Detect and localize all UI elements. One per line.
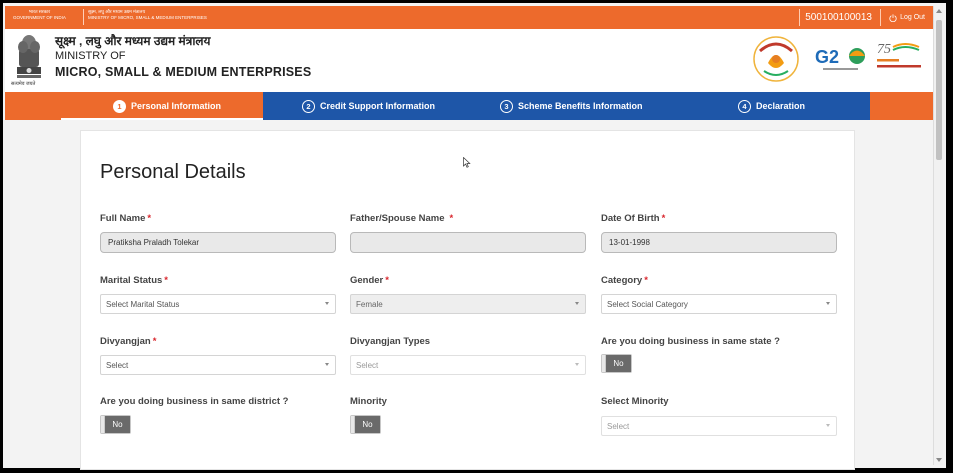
ministry-name: MICRO, SMALL & MEDIUM ENTERPRISES (55, 65, 312, 79)
ministry-of-label: MINISTRY OF (55, 50, 126, 62)
campaign-logo-icon (753, 36, 799, 82)
full-name-label: Full Name * (100, 213, 151, 224)
father-spouse-name-label-text: Father/Spouse Name (350, 213, 445, 224)
required-marker: * (147, 213, 152, 224)
divyangjan-label: Divyangjan * (100, 336, 156, 347)
scroll-thumb[interactable] (936, 20, 942, 160)
top-bar: भारत सरकार GOVERNMENT OF INDIA सूक्ष्म, … (5, 6, 933, 29)
select-minority-value: Select (607, 421, 630, 431)
power-icon (889, 13, 897, 22)
marital-status-value: Select Marital Status (106, 299, 180, 309)
father-spouse-name-field[interactable] (350, 232, 586, 253)
date-of-birth-field[interactable]: 13-01-1998 (601, 232, 837, 253)
toggle-label: No (105, 416, 130, 433)
step-number: 3 (500, 99, 513, 113)
scroll-up-icon[interactable] (936, 9, 942, 13)
svg-text:G2: G2 (815, 47, 839, 67)
divyangjan-select[interactable]: Select (100, 355, 336, 375)
full-name-label-text: Full Name (100, 213, 146, 224)
step-number: 2 (302, 99, 315, 113)
ministry-hindi-title: सूक्ष्म , लघु और मध्यम उद्यम मंत्रालय (55, 34, 211, 48)
gender-label: Gender * (350, 275, 389, 286)
svg-text:75: 75 (877, 42, 891, 57)
full-name-field[interactable]: Pratiksha Praladh Tolekar (100, 232, 336, 253)
same-state-toggle[interactable]: No (601, 354, 632, 373)
ministry-small-label: सूक्ष्म, लघु और मध्यम उद्यम मंत्रालय MIN… (88, 9, 207, 21)
divyangjan-label-text: Divyangjan (100, 336, 151, 347)
page-title: Personal Details (100, 161, 246, 183)
marital-status-label-text: Marital Status (100, 275, 163, 286)
marital-status-label: Marital Status * (100, 275, 168, 286)
category-label-text: Category (601, 275, 643, 286)
tab-declaration[interactable]: 4 Declaration (738, 92, 805, 120)
tab-credit-support-information[interactable]: 2 Credit Support Information (302, 92, 435, 120)
same-district-toggle[interactable]: No (100, 415, 131, 434)
divyangjan-value: Select (106, 360, 129, 370)
step-number: 4 (738, 99, 751, 113)
divider (83, 9, 84, 25)
category-select[interactable]: Select Social Category (601, 294, 837, 314)
chevron-down-icon (826, 424, 830, 427)
required-marker: * (152, 336, 157, 347)
govt-en: GOVERNMENT OF INDIA (13, 15, 66, 20)
tab-personal-information[interactable]: 1 Personal Information (113, 92, 221, 120)
toggle-label: No (355, 416, 380, 433)
select-minority-label: Select Minority (601, 396, 669, 407)
divyangjan-types-select[interactable]: Select (350, 355, 586, 375)
udyam-number: 500100100013 (799, 9, 877, 26)
national-emblem-icon (17, 35, 41, 78)
tab-scheme-benefits-information[interactable]: 3 Scheme Benefits Information (500, 92, 643, 120)
site-header: सत्यमेव जयते सूक्ष्म , लघु और मध्यम उद्य… (5, 29, 933, 92)
page-scrollbar[interactable] (933, 6, 943, 465)
required-marker: * (449, 213, 454, 224)
gender-value: Female (356, 299, 383, 309)
required-marker: * (164, 275, 168, 286)
required-marker: * (661, 213, 666, 224)
same-state-label: Are you doing business in same state ? (601, 336, 780, 347)
chevron-down-icon (575, 302, 579, 305)
step-navigation: 1 Personal Information 2 Credit Support … (5, 92, 933, 120)
divyangjan-types-value: Select (356, 360, 379, 370)
required-marker: * (385, 275, 389, 286)
emblem-caption: सत्यमेव जयते (11, 81, 36, 87)
mouse-cursor-icon (463, 157, 471, 168)
marital-status-select[interactable]: Select Marital Status (100, 294, 336, 314)
toggle-label: No (606, 355, 631, 372)
chevron-down-icon (826, 302, 830, 305)
scroll-down-icon[interactable] (936, 458, 942, 462)
step-label: Credit Support Information (320, 101, 435, 111)
personal-details-card: Personal Details Full Name * Pratiksha Pr… (80, 130, 855, 470)
g20-logo-icon: G2 (815, 47, 865, 70)
select-minority-select[interactable]: Select (601, 416, 837, 436)
step-label: Scheme Benefits Information (518, 101, 643, 111)
minority-label: Minority (350, 396, 387, 407)
divyangjan-types-label: Divyangjan Types (350, 336, 431, 347)
date-of-birth-label: Date Of Birth * (601, 213, 665, 224)
logout-label: Log Out (900, 14, 925, 21)
category-value: Select Social Category (607, 299, 688, 309)
date-of-birth-label-text: Date Of Birth (601, 213, 660, 224)
father-spouse-name-label: Father/Spouse Name * (350, 213, 453, 224)
same-district-label: Are you doing business in same district … (100, 396, 289, 407)
logout-button[interactable]: Log Out (880, 9, 925, 26)
step-label: Declaration (756, 101, 806, 111)
azadi-ka-amrit-mahotsav-logo-icon: 75 (877, 42, 921, 68)
category-label: Category * (601, 275, 648, 286)
chevron-down-icon (575, 363, 579, 366)
ministry-en-small: MINISTRY OF MICRO, SMALL & MEDIUM ENTERP… (88, 15, 207, 20)
required-marker: * (644, 275, 648, 286)
step-label: Personal Information (131, 101, 222, 111)
gender-select[interactable]: Female (350, 294, 586, 314)
minority-toggle[interactable]: No (350, 415, 381, 434)
chevron-down-icon (325, 363, 329, 366)
step-number: 1 (113, 99, 126, 113)
govt-of-india-label: भारत सरकार GOVERNMENT OF INDIA (13, 9, 66, 21)
chevron-down-icon (325, 302, 329, 305)
active-step-indicator (61, 118, 263, 120)
gender-label-text: Gender (350, 275, 384, 286)
